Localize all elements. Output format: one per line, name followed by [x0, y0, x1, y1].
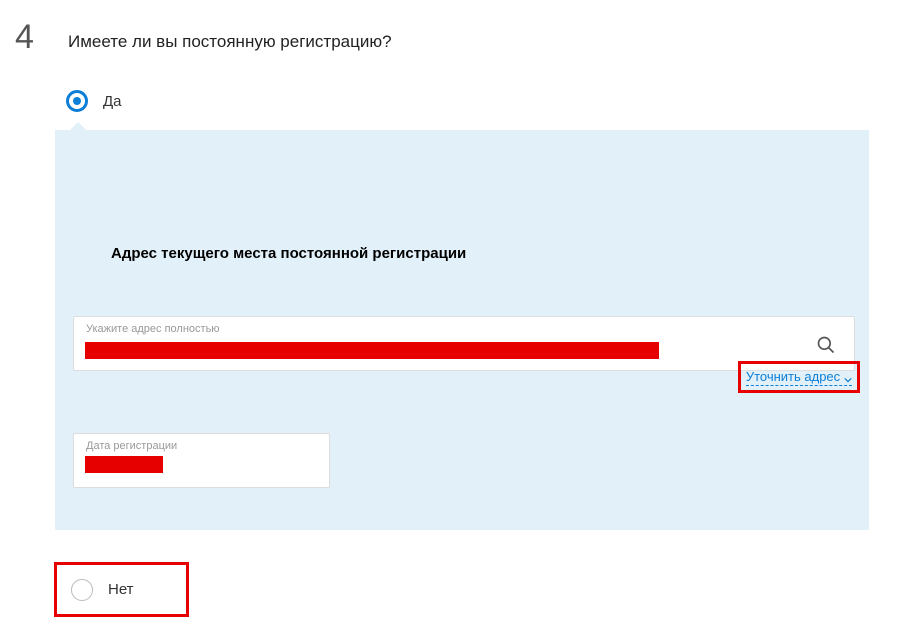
- refine-address-highlight: Уточнить адрес: [738, 361, 860, 393]
- radio-no-label: Нет: [108, 581, 134, 598]
- expanded-panel: Адрес текущего места постоянной регистра…: [55, 130, 869, 530]
- radio-yes-label: Да: [103, 93, 122, 110]
- refine-address-link-text: Уточнить адрес: [746, 369, 840, 384]
- radio-no-input[interactable]: [71, 579, 93, 601]
- radio-yes-input[interactable]: [66, 90, 88, 112]
- address-redacted-value: [85, 342, 659, 359]
- registration-date-input[interactable]: Дата регистрации: [73, 433, 330, 488]
- address-input-label: Укажите адрес полностью: [86, 323, 220, 335]
- radio-yes-row[interactable]: Да: [66, 90, 122, 112]
- search-icon[interactable]: [816, 335, 836, 355]
- step-title: Имеете ли вы постоянную регистрацию?: [68, 32, 392, 52]
- chevron-down-icon: [844, 372, 852, 380]
- refine-address-link[interactable]: Уточнить адрес: [746, 369, 852, 386]
- registration-date-redacted-value: [85, 456, 163, 473]
- step-number: 4: [15, 18, 34, 57]
- panel-heading: Адрес текущего места постоянной регистра…: [111, 245, 466, 262]
- registration-date-label: Дата регистрации: [86, 440, 177, 452]
- radio-no-highlight: Нет: [54, 562, 189, 617]
